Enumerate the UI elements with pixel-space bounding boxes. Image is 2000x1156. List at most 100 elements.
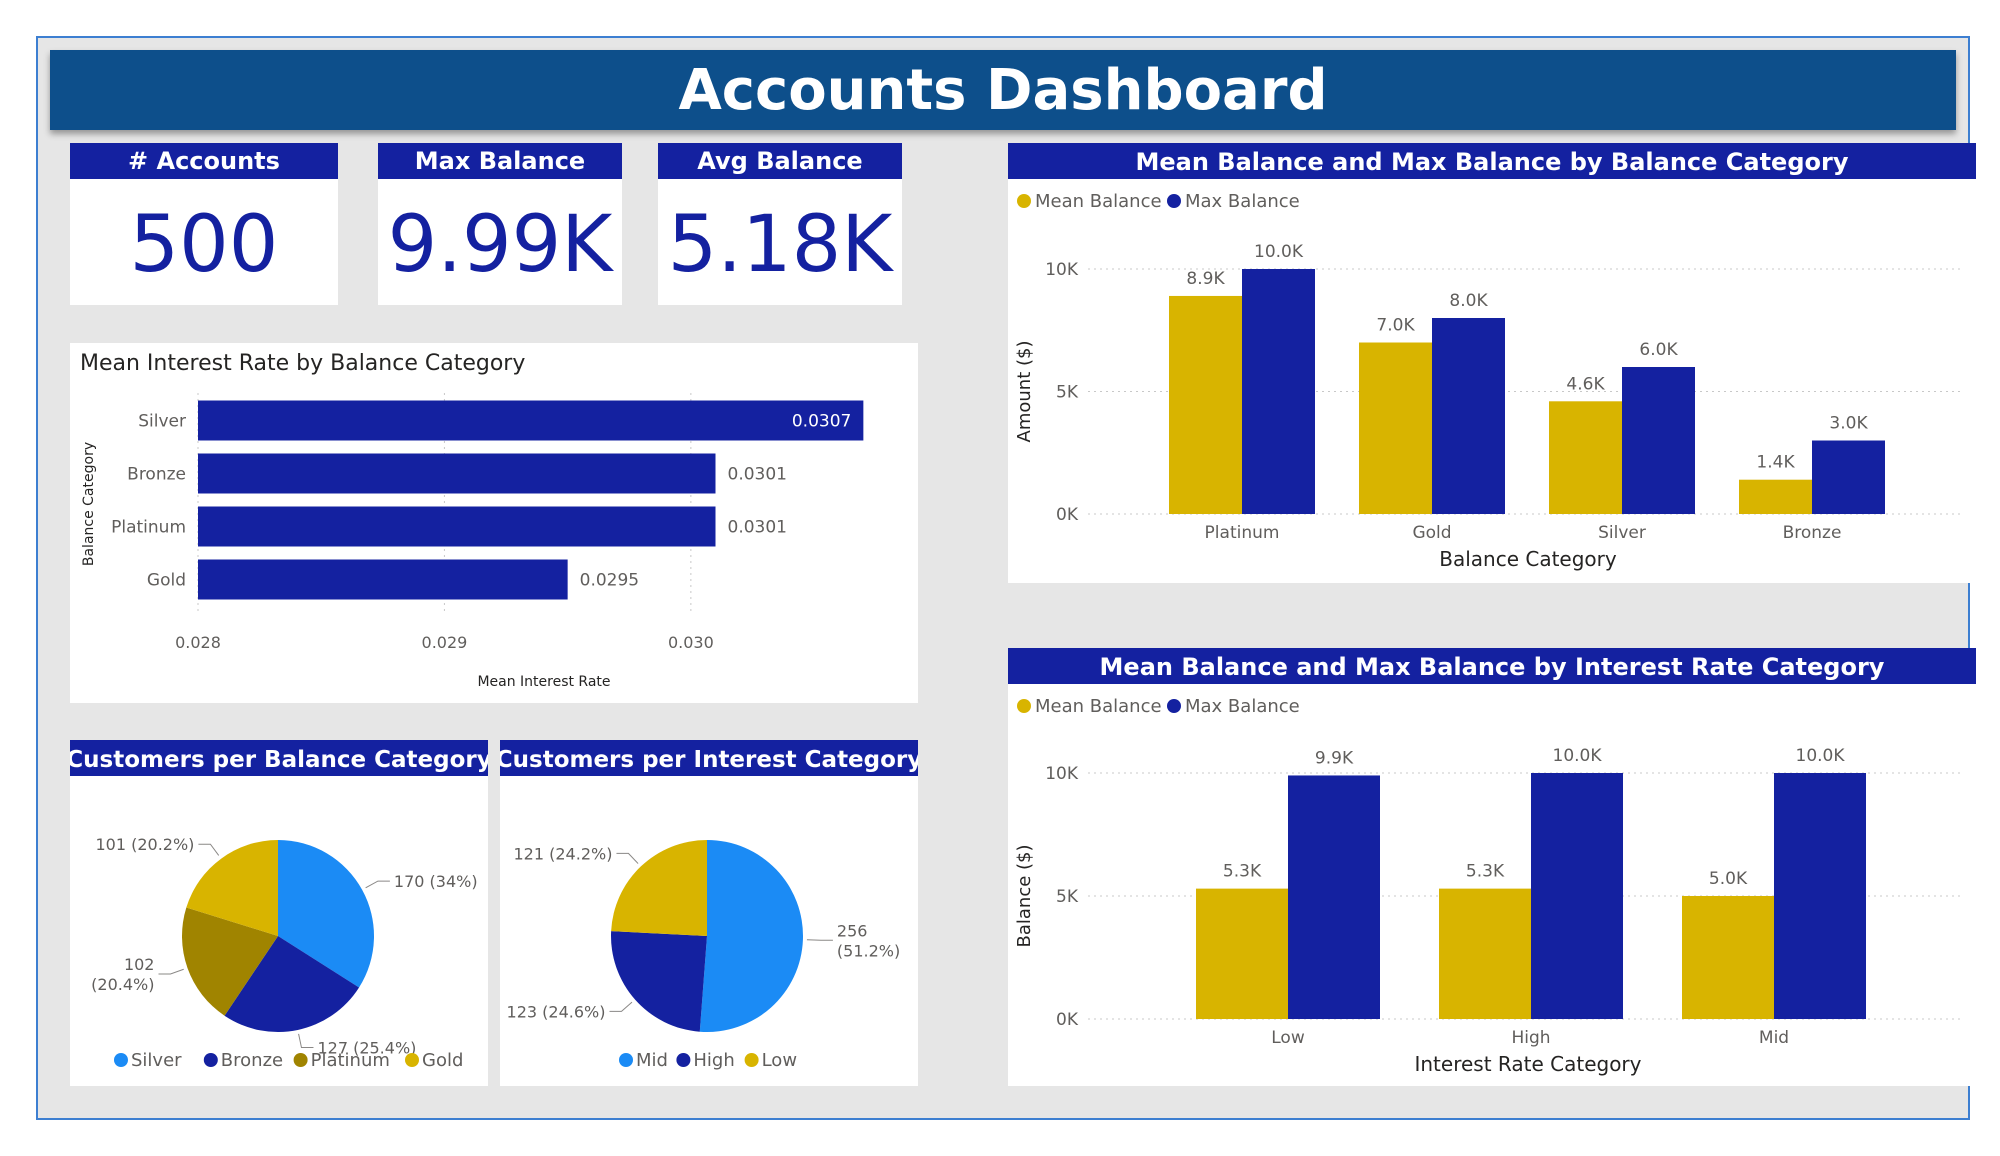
data-label: 5.0K: [1709, 869, 1748, 889]
leader-line: [298, 1033, 314, 1049]
x-axis-label: Mean Interest Rate: [477, 674, 610, 690]
x-tick-label: Gold: [1412, 523, 1451, 543]
bar: [1549, 401, 1622, 514]
x-tick-label: Platinum: [1205, 523, 1280, 543]
data-label: 8.0K: [1449, 291, 1488, 311]
kpi-avg-balance-value: 5.18K: [667, 200, 893, 290]
chart-title: Mean Balance and Max Balance by Balance …: [1136, 148, 1849, 176]
leader-line: [806, 939, 833, 941]
kpi-accounts-value: 500: [129, 200, 279, 290]
x-tick-label: Mid: [1759, 1028, 1789, 1048]
bar: [1531, 773, 1623, 1019]
interest-category-chart: Mean Balance and Max Balance by Interest…: [1008, 648, 1976, 1076]
legend-label: Silver: [131, 1050, 182, 1071]
data-label: 121 (24.2%): [514, 844, 613, 863]
x-tick-label: Bronze: [1783, 523, 1842, 543]
legend-marker: [293, 1053, 308, 1067]
interest-rate-chart: Mean Interest Rate by Balance Category 0.…: [80, 351, 864, 690]
legend-marker: [1017, 194, 1031, 208]
data-label: 6.0K: [1639, 340, 1678, 360]
legend-label: Max Balance: [1185, 191, 1300, 212]
x-axis-label: Balance Category: [1439, 547, 1617, 571]
y-tick-label: Bronze: [127, 465, 186, 485]
leader-line: [158, 968, 184, 975]
y-tick-label: Platinum: [111, 518, 186, 538]
legend-label: Gold: [422, 1050, 463, 1071]
y-axis-label: Amount ($): [1014, 341, 1035, 443]
interest-category-chart-card[interactable]: Mean Balance and Max Balance by Interest…: [1008, 648, 1976, 1086]
bar: [1432, 318, 1505, 514]
y-tick-label: 0K: [1056, 1010, 1079, 1030]
data-label: 102 (20.4%): [91, 955, 154, 994]
balance-pie-chart: Customers per Balance Category 170 (34%) 1…: [66, 740, 492, 1071]
pie-slice: [611, 840, 707, 936]
data-label: 3.0K: [1829, 414, 1868, 434]
leader-line: [609, 1001, 633, 1012]
data-label: 7.0K: [1376, 316, 1415, 336]
leader-line: [198, 843, 220, 856]
legend-marker: [203, 1053, 218, 1067]
y-tick-label: Silver: [138, 412, 186, 432]
bar: [1739, 479, 1812, 514]
kpi-accounts-label: # Accounts: [70, 143, 338, 179]
legend-marker: [676, 1053, 691, 1067]
legend-marker: [619, 1053, 633, 1067]
leader-line: [616, 852, 639, 864]
data-label: 170 (34%): [394, 872, 478, 891]
bar: [1288, 775, 1380, 1019]
interest-pie-card[interactable]: Customers per Interest Category 256 (51.2%…: [496, 740, 922, 1086]
data-label: 8.9K: [1186, 269, 1225, 289]
data-label: 0.0295: [580, 571, 639, 591]
legend-label: Mean Balance: [1035, 191, 1162, 212]
y-tick-label: 5K: [1056, 887, 1079, 907]
data-label: 10.0K: [1553, 746, 1603, 766]
x-axis-label: Interest Rate Category: [1414, 1052, 1641, 1076]
legend-marker: [1017, 699, 1031, 713]
data-label: 0.0307: [792, 412, 851, 432]
bar: [1359, 342, 1432, 514]
x-tick-label: 0.030: [668, 633, 714, 652]
data-label: 10.0K: [1254, 242, 1304, 262]
legend-label: Low: [762, 1050, 797, 1071]
x-tick-label: Low: [1271, 1028, 1305, 1048]
x-tick-label: Silver: [1598, 523, 1646, 543]
kpi-max-balance-label: Max Balance: [378, 143, 622, 179]
balance-pie-card[interactable]: Customers per Balance Category 170 (34%) 1…: [66, 740, 492, 1086]
bar: [198, 559, 568, 600]
data-label: 5.3K: [1223, 862, 1262, 882]
data-label: 5.3K: [1466, 862, 1505, 882]
y-tick-label: 5K: [1056, 383, 1079, 403]
balance-category-chart: Mean Balance and Max Balance by Balance …: [1008, 143, 1976, 571]
pie-slice: [611, 931, 707, 1032]
legend-marker: [1167, 194, 1181, 208]
data-label: 0.0301: [728, 465, 787, 485]
legend-label: Max Balance: [1185, 696, 1300, 717]
bar: [1774, 773, 1866, 1019]
chart-title: Mean Interest Rate by Balance Category: [80, 351, 525, 376]
bar: [198, 506, 716, 547]
data-label: 9.9K: [1315, 748, 1354, 768]
bar: [1242, 269, 1315, 514]
chart-title: Mean Balance and Max Balance by Interest…: [1100, 653, 1885, 681]
interest-rate-chart-card[interactable]: Mean Interest Rate by Balance Category 0.…: [70, 343, 918, 703]
legend-marker: [114, 1053, 128, 1067]
y-axis-label: Balance ($): [1014, 844, 1035, 947]
data-label: 0.0301: [728, 518, 787, 538]
legend-marker: [1167, 699, 1181, 713]
x-tick-label: 0.029: [422, 633, 468, 652]
data-label: 10.0K: [1796, 746, 1846, 766]
y-tick-label: Gold: [147, 571, 186, 591]
legend-label: Mid: [636, 1050, 668, 1071]
bar: [1439, 888, 1531, 1019]
y-tick-label: 10K: [1045, 764, 1079, 784]
kpi-max-balance-value: 9.99K: [387, 200, 613, 290]
chart-title: Customers per Interest Category: [500, 747, 918, 773]
x-tick-label: 0.028: [175, 633, 221, 652]
legend-marker: [405, 1053, 419, 1067]
balance-category-chart-card[interactable]: Mean Balance and Max Balance by Balance …: [1008, 143, 1976, 583]
data-label: 123 (24.6%): [507, 1002, 606, 1021]
legend-marker: [744, 1053, 759, 1067]
y-tick-label: 10K: [1045, 260, 1079, 280]
legend-label: Mean Balance: [1035, 696, 1162, 717]
y-tick-label: 0K: [1056, 505, 1079, 525]
